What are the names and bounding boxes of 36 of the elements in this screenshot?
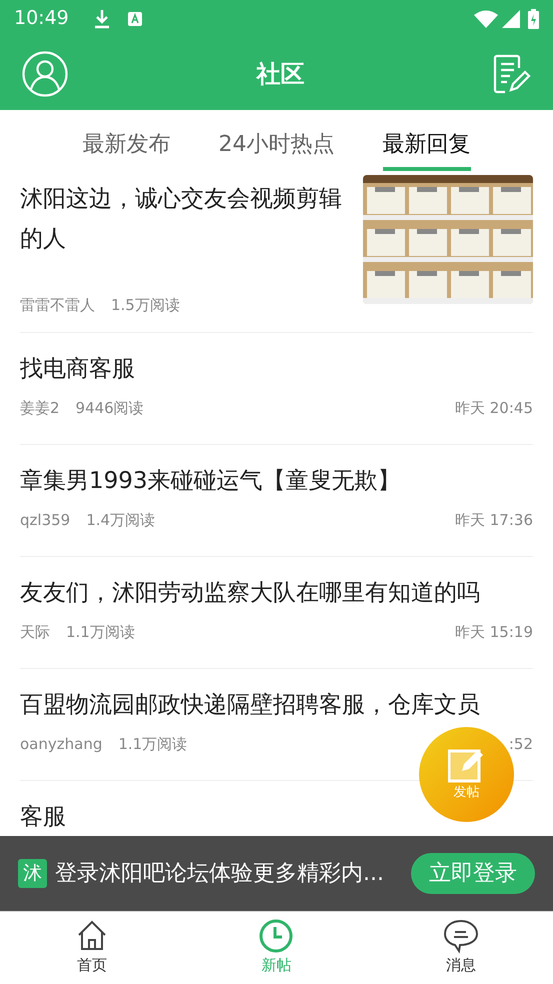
nav-tab[interactable]: 首页 [32,912,152,984]
chat-icon [442,918,479,954]
page-title: 社区 [256,58,304,90]
keyboard-icon [126,10,143,26]
tab[interactable]: 最新发布 [82,118,170,167]
profile-icon[interactable] [22,50,68,96]
read-count: 1.4万阅读 [86,510,156,531]
clock-icon [258,918,294,954]
author-name: oanyzhang [20,734,102,755]
author-name: 天际 [20,622,50,643]
edit-icon [448,746,486,783]
post-time: 昨天 20:45 [455,398,533,419]
banner-text: 登录沭阳吧论坛体验更多精彩内... [55,860,385,888]
post-time: 昨天 17:36 [455,510,533,531]
tab[interactable]: 24小时热点 [218,118,334,167]
battery-icon [528,8,539,28]
wifi-icon [474,10,498,28]
read-count: 9446阅读 [76,398,144,419]
download-icon [92,8,111,28]
app-logo: 沭 [18,859,47,888]
read-count: 1.1万阅读 [66,622,135,643]
signal-icon [502,10,520,28]
compose-icon[interactable] [493,54,531,94]
post-title[interactable]: 友友们，沭阳劳动监察大队在哪里有知道的吗 [20,573,533,613]
nav-tab[interactable]: 消息 [400,912,521,984]
author-name: 雷雷不雷人 [20,294,95,316]
post-title[interactable]: 百盟物流园邮政快递隔壁招聘客服，仓库文员 [20,685,533,725]
read-count: 1.5万阅读 [111,294,180,316]
read-count: 1.1万阅读 [118,734,188,755]
post-title[interactable]: 章集男1993来碰碰运气【童叟无欺】 [20,461,533,501]
post-time: 昨天 15:19 [455,622,533,643]
post-title[interactable]: 找电商客服 [20,349,533,389]
author-name: qzl359 [20,510,70,531]
post-title[interactable]: 沭阳这边，诚心交友会视频剪辑的人 [20,179,347,259]
author-name: 姜姜2 [20,398,60,419]
status-time: 10:49 [14,6,69,32]
